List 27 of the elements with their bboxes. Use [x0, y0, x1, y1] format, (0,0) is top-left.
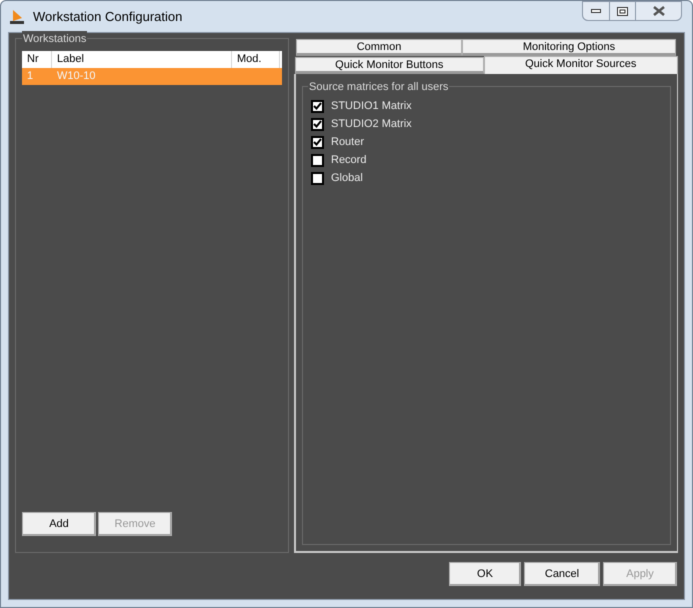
push-button[interactable]: OK — [449, 562, 521, 586]
app-logo-icon — [9, 8, 25, 24]
checkbox[interactable] — [311, 154, 324, 166]
tab[interactable]: Monitoring Options — [462, 39, 676, 56]
close-button[interactable] — [636, 1, 682, 21]
checkbox-label: STUDIO2 Matrix — [331, 116, 412, 132]
window-title: Workstation Configuration — [33, 8, 182, 26]
table-cell-text: 1 — [26, 69, 34, 84]
maximize-button[interactable] — [610, 1, 636, 21]
checkbox[interactable] — [311, 136, 324, 148]
minimize-button[interactable] — [582, 1, 610, 21]
checkbox-label: Router — [331, 134, 364, 150]
tab[interactable]: Quick Monitor Buttons — [295, 57, 484, 74]
checkbox-label: Record — [331, 152, 366, 168]
push-button[interactable]: Add — [22, 512, 96, 536]
checkbox-label: STUDIO1 Matrix — [331, 98, 412, 114]
push-button[interactable]: Cancel — [524, 562, 600, 586]
checkbox-label: Global — [331, 170, 363, 186]
tab[interactable]: Common — [296, 39, 462, 56]
checkbox[interactable] — [311, 118, 324, 130]
maximize-icon — [617, 6, 628, 16]
checkbox[interactable] — [311, 100, 324, 112]
checkbox[interactable] — [311, 172, 324, 184]
close-icon — [652, 6, 664, 16]
table-cell-text: W10-10 — [56, 69, 97, 84]
minimize-icon — [591, 9, 601, 13]
tab[interactable]: Quick Monitor Sources — [484, 56, 678, 74]
